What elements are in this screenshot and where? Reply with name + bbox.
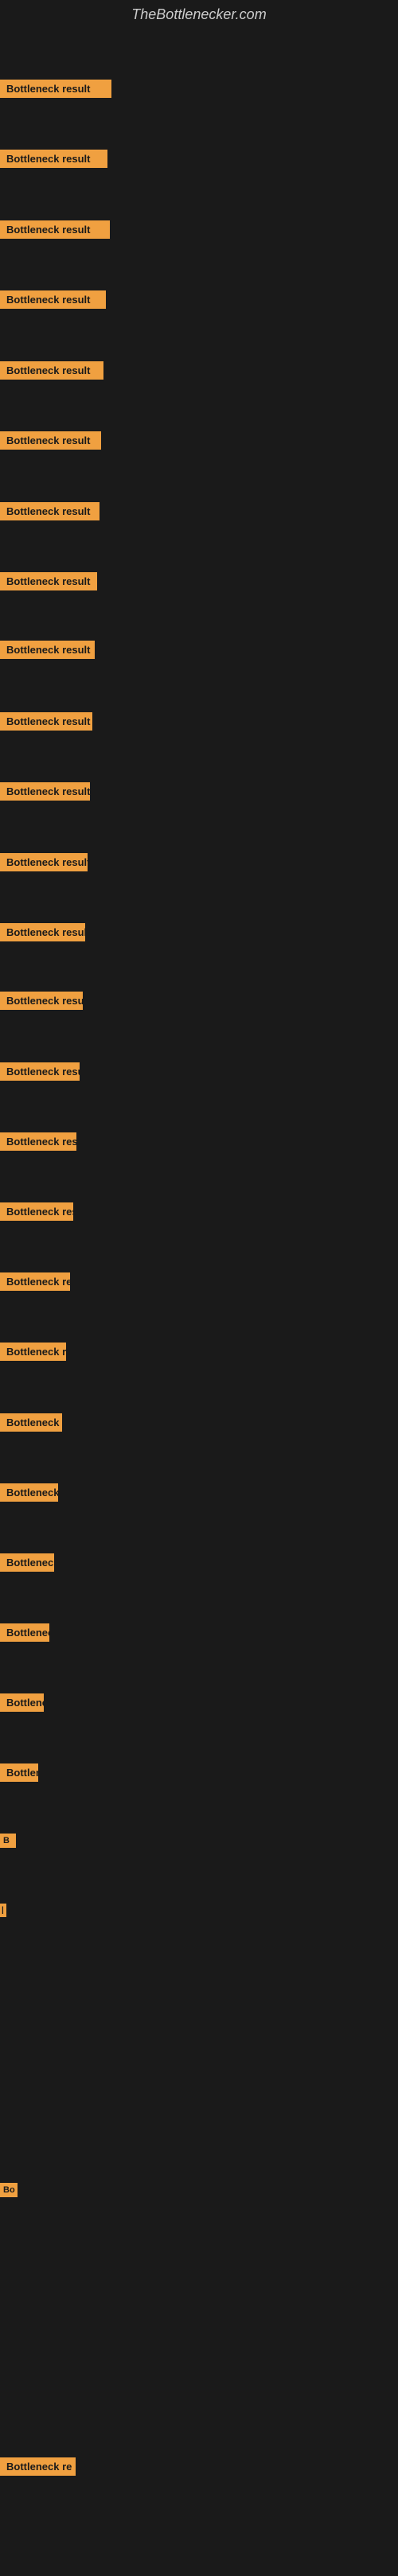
bottleneck-label: Bottleneck result xyxy=(0,290,106,309)
bottleneck-item: Bottleneck result xyxy=(0,1338,66,1366)
bottleneck-item: Bottleneck result xyxy=(0,1198,73,1226)
bottleneck-item: Bottleneck result xyxy=(0,497,100,525)
bottleneck-item: Bottleneck result xyxy=(0,918,85,946)
bottleneck-label: Bottleneck result xyxy=(0,1343,66,1361)
bottleneck-item: Bottleneck result xyxy=(0,286,106,314)
bottleneck-item: Bottleneck result xyxy=(0,777,90,805)
bottleneck-item: Bottleneck result xyxy=(0,707,92,735)
bottleneck-label: Bottleneck result xyxy=(0,641,95,659)
bottleneck-label: Bottleneck result xyxy=(0,1062,80,1081)
bottleneck-label: Bottleneck result xyxy=(0,572,97,590)
bottleneck-item: Bottleneck result xyxy=(0,145,107,173)
bottleneck-item: Bottleneck result xyxy=(0,216,110,244)
bottleneck-item: Bottleneck result xyxy=(0,1268,70,1296)
bottleneck-item: Bottleneck result xyxy=(0,1479,58,1506)
bottleneck-item: B xyxy=(0,1829,16,1853)
bottleneck-item: Bottleneck result xyxy=(0,427,101,454)
site-title: TheBottlenecker.com xyxy=(0,0,398,29)
bottleneck-label: Bottleneck re xyxy=(0,2457,76,2476)
bottleneck-label: Bottleneck result xyxy=(0,220,110,239)
bottleneck-item: Bo xyxy=(0,2178,18,2202)
bottleneck-label: Bottleneck result xyxy=(0,150,107,168)
bottleneck-item: Bottleneck result xyxy=(0,1549,54,1576)
bottleneck-item: Bottleneck result xyxy=(0,1409,62,1436)
bottleneck-item: | xyxy=(0,1899,6,1922)
bottleneck-item: Bottleneck result xyxy=(0,1619,49,1647)
bottleneck-label: Bottleneck result xyxy=(0,502,100,520)
bottleneck-label: Bottleneck result xyxy=(0,1272,70,1291)
bottleneck-label: Bottleneck result xyxy=(0,1623,49,1642)
bottleneck-item: Bottleneck re xyxy=(0,2453,76,2481)
bottleneck-item: Bottleneck result xyxy=(0,1058,80,1085)
bottleneck-label: Bottleneck result xyxy=(0,712,92,731)
bottleneck-label: Bottleneck result xyxy=(0,1413,62,1432)
bottleneck-label: Bottleneck result xyxy=(0,1553,54,1572)
bottleneck-label: Bottleneck result xyxy=(0,1763,38,1782)
bottleneck-label: Bottleneck result xyxy=(0,992,83,1010)
bottleneck-label: Bottleneck result xyxy=(0,80,111,98)
bottleneck-label: Bottleneck result xyxy=(0,361,103,380)
bottleneck-item: Bottleneck result xyxy=(0,357,103,384)
bottleneck-label: | xyxy=(0,1904,6,1917)
bottleneck-label: Bottleneck result xyxy=(0,923,85,941)
bottleneck-item: Bottleneck result xyxy=(0,1759,38,1787)
bottleneck-label: Bottleneck result xyxy=(0,853,88,871)
bottleneck-item: Bottleneck result xyxy=(0,1689,44,1717)
bottleneck-item: Bottleneck result xyxy=(0,1128,76,1155)
bottleneck-item: Bottleneck result xyxy=(0,848,88,876)
bottleneck-item: Bottleneck result xyxy=(0,567,97,595)
bottleneck-item: Bottleneck result xyxy=(0,636,95,664)
bottleneck-label: Bottleneck result xyxy=(0,1693,44,1712)
bottleneck-label: Bottleneck result xyxy=(0,1132,76,1151)
bottleneck-label: Bottleneck result xyxy=(0,1483,58,1502)
bottleneck-item: Bottleneck result xyxy=(0,75,111,103)
bottleneck-label: B xyxy=(0,1834,16,1848)
items-container: Bottleneck result Bottleneck result Bottle… xyxy=(0,29,398,2576)
bottleneck-label: Bottleneck result xyxy=(0,782,90,801)
bottleneck-item: Bottleneck result xyxy=(0,987,83,1015)
bottleneck-label: Bottleneck result xyxy=(0,431,101,450)
bottleneck-label: Bo xyxy=(0,2183,18,2197)
bottleneck-label: Bottleneck result xyxy=(0,1202,73,1221)
